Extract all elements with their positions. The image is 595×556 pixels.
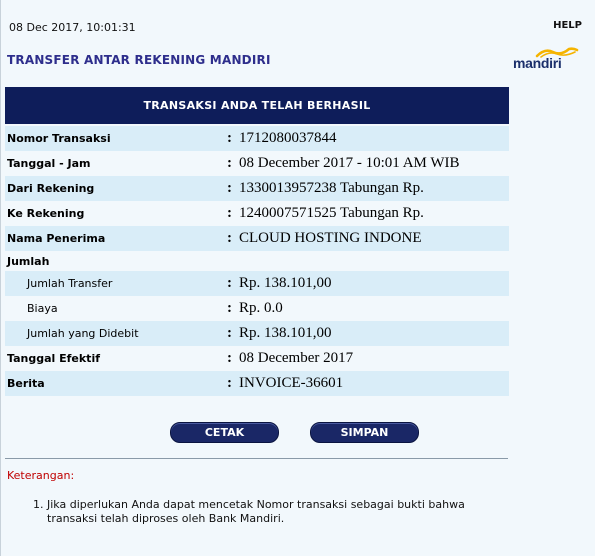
simpan-button[interactable]: SIMPAN xyxy=(310,422,419,443)
notes-list: 1. Jika diperlukan Anda dapat mencetak N… xyxy=(33,498,503,526)
row-colon: : xyxy=(227,325,232,341)
help-link[interactable]: HELP xyxy=(553,20,582,31)
note-text: Jika diperlukan Anda dapat mencetak Nomo… xyxy=(47,498,465,525)
row-value: Rp. 0.0 xyxy=(239,300,283,316)
row-colon: : xyxy=(227,155,232,171)
row-ke-rekening: Ke Rekening : 1240007571525 Tabungan Rp. xyxy=(5,201,509,226)
row-value: 1330013957238 Tabungan Rp. xyxy=(239,180,424,196)
row-value: INVOICE-36601 xyxy=(239,375,344,391)
row-berita: Berita : INVOICE-36601 xyxy=(5,371,509,396)
row-jumlah-transfer: Jumlah Transfer : Rp. 138.101,00 xyxy=(5,271,509,296)
row-tanggal-jam: Tanggal - Jam : 08 December 2017 - 10:01… xyxy=(5,151,509,176)
row-colon: : xyxy=(227,130,232,146)
row-dari-rekening: Dari Rekening : 1330013957238 Tabungan R… xyxy=(5,176,509,201)
row-colon: : xyxy=(227,180,232,196)
row-colon: : xyxy=(227,230,232,246)
row-nama-penerima: Nama Penerima : CLOUD HOSTING INDONE xyxy=(5,226,509,251)
row-colon: : xyxy=(227,350,232,366)
row-value: 08 December 2017 - 10:01 AM WIB xyxy=(239,155,460,171)
mandiri-logo: mandiri xyxy=(513,46,579,74)
row-label: Biaya xyxy=(27,302,58,315)
notes-title: Keterangan: xyxy=(7,469,75,482)
row-label: Dari Rekening xyxy=(7,182,95,195)
page-title: TRANSFER ANTAR REKENING MANDIRI xyxy=(7,53,271,67)
row-tanggal-efektif: Tanggal Efektif : 08 December 2017 xyxy=(5,346,509,371)
row-value: CLOUD HOSTING INDONE xyxy=(239,230,422,246)
cetak-button[interactable]: CETAK xyxy=(170,422,279,443)
row-colon: : xyxy=(227,375,232,391)
transaction-details: Nomor Transaksi : 1712080037844 Tanggal … xyxy=(5,126,509,396)
row-label: Jumlah Transfer xyxy=(27,277,113,290)
row-jumlah-header: Jumlah xyxy=(5,251,509,271)
row-biaya: Biaya : Rp. 0.0 xyxy=(5,296,509,321)
row-value: Rp. 138.101,00 xyxy=(239,275,332,291)
note-number: 1. xyxy=(33,498,44,511)
row-label: Berita xyxy=(7,377,45,390)
row-colon: : xyxy=(227,300,232,316)
row-label: Ke Rekening xyxy=(7,207,85,220)
row-value: 1712080037844 xyxy=(239,130,337,146)
row-label: Nama Penerima xyxy=(7,232,106,245)
row-nomor-transaksi: Nomor Transaksi : 1712080037844 xyxy=(5,126,509,151)
datetime: 08 Dec 2017, 10:01:31 xyxy=(9,21,136,34)
success-banner: TRANSAKSI ANDA TELAH BERHASIL xyxy=(5,87,509,124)
row-jumlah-didebit: Jumlah yang Didebit : Rp. 138.101,00 xyxy=(5,321,509,346)
row-label: Tanggal Efektif xyxy=(7,352,101,365)
logo-text: mandiri xyxy=(513,55,562,71)
row-value: 1240007571525 Tabungan Rp. xyxy=(239,205,424,221)
row-value: 08 December 2017 xyxy=(239,350,354,366)
row-label: Jumlah yang Didebit xyxy=(27,327,139,340)
row-value: Rp. 138.101,00 xyxy=(239,325,332,341)
row-colon: : xyxy=(227,275,232,291)
row-colon: : xyxy=(227,205,232,221)
row-label: Jumlah xyxy=(7,254,50,268)
row-label: Tanggal - Jam xyxy=(7,157,91,170)
row-label: Nomor Transaksi xyxy=(7,132,111,145)
divider xyxy=(5,458,508,459)
